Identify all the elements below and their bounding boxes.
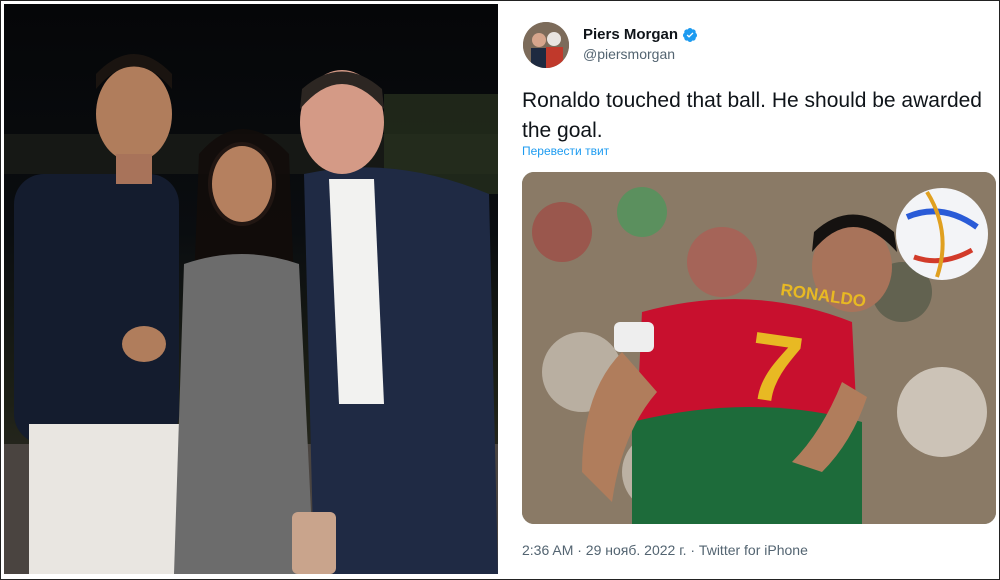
group-photo-illustration: [4, 54, 498, 574]
avatar-image: [523, 22, 569, 68]
author-name-row[interactable]: Piers Morgan: [583, 26, 698, 43]
tweet-media-image[interactable]: RONALDO 7: [522, 172, 996, 524]
ronaldo-header-illustration: RONALDO 7: [522, 172, 996, 524]
tweet-text: Ronaldo touched that ball. He should be …: [522, 89, 982, 142]
tweet-timestamp-source[interactable]: 2:36 AM · 29 нояб. 2022 г. · Twitter for…: [522, 542, 808, 558]
translate-tweet-link[interactable]: Перевести твит: [522, 144, 609, 158]
avatar[interactable]: [523, 22, 569, 68]
verified-badge-icon: [683, 27, 698, 42]
author-handle[interactable]: @piersmorgan: [583, 46, 675, 62]
author-name[interactable]: Piers Morgan: [583, 26, 678, 43]
group-photo: [4, 4, 498, 574]
tweet-card: Piers Morgan @piersmorgan Ronaldo touche…: [505, 4, 996, 574]
